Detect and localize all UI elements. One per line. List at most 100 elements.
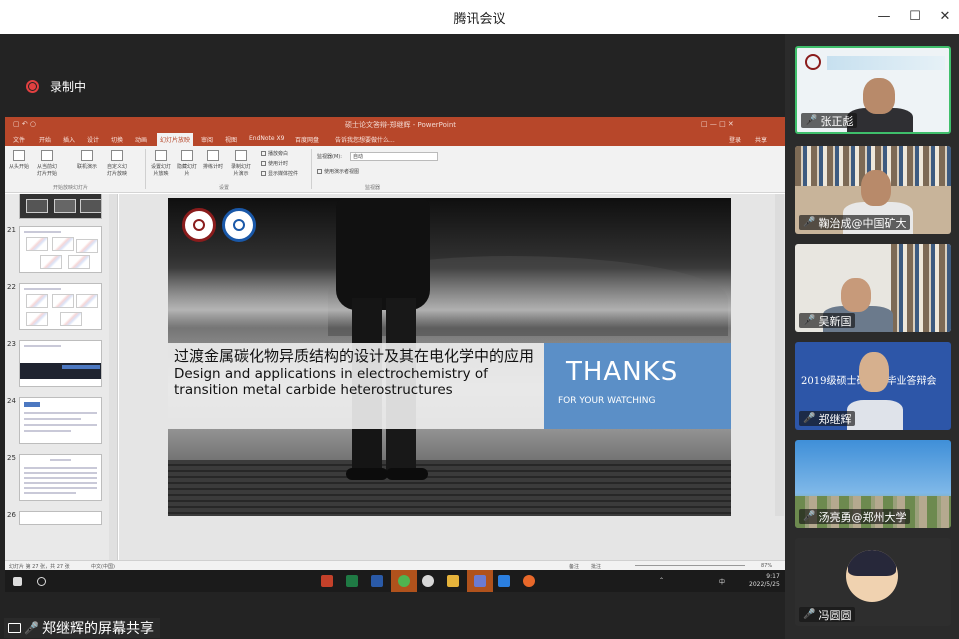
ime-indicator: 中 (719, 579, 726, 586)
thumbnail-scrollbar (109, 194, 117, 560)
windows-start-icon (13, 577, 22, 586)
folder-icon (447, 575, 459, 587)
participant-tile[interactable]: 2019级硕士研究生毕业答辩会 🎤郑继辉 (795, 342, 951, 430)
word-icon (371, 575, 383, 587)
search-icon (37, 577, 46, 586)
powerpoint-icon (321, 575, 333, 587)
thanks-panel: THANKS FOR YOUR WATCHING (544, 343, 731, 429)
tab-insert: 插入 (63, 137, 76, 144)
windows-taskbar: ⌃ 中 9:17 2022/5/25 (5, 570, 785, 592)
wechat-icon (398, 575, 410, 587)
slide-thumbnail (19, 194, 102, 219)
ribbon-rehearse: 排练计时 (201, 150, 225, 170)
thumbnail-number: 25 (7, 454, 16, 462)
ppt-save-icon: ▢ ↶ ○ (13, 120, 37, 128)
tab-file: 文件 (13, 137, 26, 144)
slide-title-box: 过渡金属碳化物异质结构的设计及其在电化学中的应用 Design and appl… (168, 343, 544, 429)
close-icon[interactable]: ✕ (932, 6, 958, 28)
participant-tile[interactable]: 🎤 张正彪 (795, 46, 951, 134)
ribbon-from-current: 从当前幻灯片开始 (35, 150, 59, 177)
check-timings: 使用计时 (261, 160, 288, 167)
person-silhouette-image (328, 198, 438, 486)
notes-button: 备注 (569, 564, 580, 570)
ppt-ribbon-tabs: 文件 开始 插入 设计 切换 动画 幻灯片放映 审阅 视图 EndNote X9… (5, 132, 785, 146)
qq-icon (422, 575, 434, 587)
participant-name: 🎤 汤亮勇@郑州大学 (799, 509, 911, 524)
mic-muted-icon: 🎤 (803, 315, 816, 326)
thumbnail-number: 23 (7, 340, 16, 348)
tab-endnote: EndNote X9 (249, 135, 285, 142)
lab-banner-image (827, 56, 945, 70)
tab-animations: 动画 (135, 137, 148, 144)
screen-share-icon (8, 623, 21, 633)
check-presenter-view: 使用演示者视图 (317, 168, 359, 175)
clock-date: 2022/5/25 (749, 581, 780, 588)
thanks-text: THANKS (566, 357, 679, 387)
zoom-level: 87% (761, 563, 773, 569)
recording-indicator[interactable]: 录制中 (26, 78, 86, 95)
ribbon-online: 联机演示 (75, 150, 99, 170)
participant-name: 🎤 郑继辉 (799, 411, 856, 426)
current-slide: 过渡金属碳化物异质结构的设计及其在电化学中的应用 Design and appl… (168, 198, 731, 516)
person-image (847, 400, 903, 430)
participant-tile[interactable]: 🎤 吴新国 (795, 244, 951, 332)
clock-time: 9:17 (766, 573, 780, 580)
university-logo-icon (805, 54, 821, 70)
taskbar-clock: 9:17 2022/5/25 (749, 573, 780, 589)
check-narration: 播放旁白 (261, 150, 288, 157)
screen-share-owner: 郑继辉的屏幕共享 (41, 621, 154, 637)
tray-chevron-icon: ⌃ (659, 577, 665, 584)
slide-count: 幻灯片 第 27 张，共 27 张 (9, 564, 70, 570)
face-image (859, 352, 889, 392)
tab-slideshow: 幻灯片放映 (157, 133, 194, 146)
monitor-label: 监视器(M): (317, 154, 342, 160)
record-icon (26, 80, 39, 93)
main-stage: 录制中 ▢ ↶ ○ 硕士论文答辩-郑继辉 - PowerPoint □ — □ … (0, 34, 785, 639)
mic-muted-icon: 🎤 (803, 217, 816, 228)
mic-muted-icon: 🎤 (803, 609, 816, 620)
tab-design: 设计 (87, 137, 100, 144)
avatar (846, 550, 898, 602)
participant-tile[interactable]: 🎤 冯圆圆 (795, 538, 951, 626)
tab-review: 审阅 (201, 137, 214, 144)
university-logo-icon (182, 208, 216, 242)
participant-tile[interactable]: 🎤 汤亮勇@郑州大学 (795, 440, 951, 528)
slide-thumbnail (19, 454, 102, 501)
ppt-window-title: 硕士论文答辩-郑继辉 - PowerPoint (345, 121, 457, 129)
screen-share-label: 🎤 郑继辉的屏幕共享 (4, 618, 160, 638)
thumbnail-number: 26 (7, 511, 16, 519)
slide-thumbnails: 21 22 23 24 25 26 (5, 194, 118, 560)
ribbon-record: 录制幻灯片演示 (229, 150, 253, 177)
meeting-app-icon (498, 575, 510, 587)
minimize-icon[interactable]: — (871, 6, 897, 28)
tab-baidu: 百度网盘 (295, 137, 320, 144)
face-image (841, 278, 871, 312)
shared-screen: ▢ ↶ ○ 硕士论文答辩-郑继辉 - PowerPoint □ — □ ✕ 文件… (5, 117, 785, 592)
lab-logo-icon (222, 208, 256, 242)
participant-tile[interactable]: 🎤 鞠治成@中国矿大 (795, 146, 951, 234)
face-image (863, 78, 895, 114)
mic-icon: 🎤 (803, 511, 816, 522)
recording-label: 录制中 (50, 80, 87, 94)
mist-image (168, 268, 731, 328)
maximize-icon[interactable]: ☐ (902, 6, 928, 28)
monitor-select: 自动 (350, 152, 438, 161)
share-label-ppt: 共享 (755, 137, 768, 144)
thanks-subtext: FOR YOUR WATCHING (558, 396, 656, 406)
slide-thumbnail (19, 511, 102, 525)
slide-thumbnail (19, 340, 102, 387)
bookshelf-image (891, 244, 951, 332)
participant-panel: 🎤张正彪 🎤鞠治成@中国矿大 🎤吴新国 2019级硕士研究生毕业答辩会 🎤郑继辉… (785, 34, 959, 639)
language-status: 中文(中国) (91, 564, 115, 570)
tab-view: 视图 (225, 137, 238, 144)
ribbon-hide: 隐藏幻灯片 (175, 150, 199, 177)
slide-title-en: Design and applications in electrochemis… (174, 366, 488, 398)
tab-home: 开始 (39, 137, 52, 144)
pier-image (168, 460, 731, 516)
comments-button: 批注 (591, 564, 602, 570)
thumbnail-number: 22 (7, 283, 16, 291)
slide-thumbnail (19, 283, 102, 330)
ribbon-from-beginning: 从头开始 (7, 150, 31, 170)
excel-icon (346, 575, 358, 587)
participant-name: 🎤 张正彪 (801, 113, 858, 128)
